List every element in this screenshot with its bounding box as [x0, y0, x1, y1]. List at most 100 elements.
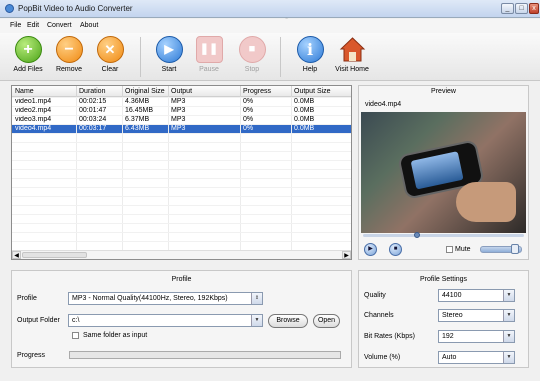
column-name[interactable]: Name: [15, 88, 34, 95]
file-list[interactable]: Name Duration Original Size Output Progr…: [11, 85, 352, 260]
pause-icon: ❚❚: [195, 36, 223, 63]
volume-label: Volume (%): [364, 354, 401, 361]
cell-output: MP3: [171, 98, 186, 105]
cell-duration: 00:03:17: [79, 125, 107, 132]
cell-output-size: 0.0MB: [294, 107, 315, 114]
chevron-down-icon[interactable]: ▼: [503, 310, 514, 321]
close-button[interactable]: x: [529, 3, 539, 14]
menu-edit[interactable]: Edit: [27, 22, 39, 29]
channels-select[interactable]: Stereo ▼: [438, 309, 515, 322]
cell-name: video4.mp4: [15, 125, 52, 132]
cell-name: video1.mp4: [15, 98, 52, 105]
open-button[interactable]: Open: [313, 314, 340, 328]
profile-value: MP3 - Normal Quality(44100Hz, Stereo, 19…: [72, 295, 228, 302]
volume-value: Auto: [442, 354, 457, 361]
window-title: PopBit Video to Audio Converter: [18, 4, 133, 13]
toolbar-separator: [280, 37, 281, 77]
scroll-right-icon[interactable]: ▶: [342, 251, 351, 259]
bit-rates-select[interactable]: 192 ▼: [438, 330, 515, 343]
quality-select[interactable]: 44100 ▼: [438, 289, 515, 302]
remove-icon: −: [55, 36, 83, 63]
quality-value: 44100: [442, 292, 462, 299]
horizontal-scrollbar[interactable]: ◀ ▶: [12, 250, 351, 259]
volume-select[interactable]: Auto ▼: [438, 351, 515, 364]
progress-label: Progress: [17, 352, 46, 359]
scroll-left-icon[interactable]: ◀: [12, 251, 21, 259]
stop-icon: ■: [238, 36, 266, 63]
bit-rates-label: Bit Rates (Kbps): [364, 333, 415, 340]
video-frame: [361, 112, 526, 233]
output-folder-label: Output Folder: [17, 317, 60, 324]
pause-button[interactable]: ❚❚ Pause: [191, 36, 227, 80]
remove-button[interactable]: − Remove: [51, 36, 87, 80]
help-button[interactable]: i Help: [292, 36, 328, 80]
cell-name: video2.mp4: [15, 107, 52, 114]
video-name: video4.mp4: [365, 101, 402, 108]
preview-title: Preview: [431, 88, 456, 95]
title-bar: PopBit Video to Audio Converter _ □ x: [0, 0, 540, 18]
scroll-thumb[interactable]: [22, 252, 87, 258]
profile-select[interactable]: MP3 - Normal Quality(44100Hz, Stereo, 19…: [68, 292, 263, 305]
visit-home-button[interactable]: Visit Home: [333, 36, 371, 80]
remove-label: Remove: [55, 66, 83, 73]
add-icon: +: [14, 36, 42, 63]
cell-output-size: 0.0MB: [294, 125, 315, 132]
chevron-down-icon[interactable]: ▼: [503, 352, 514, 363]
start-label: Start: [161, 66, 177, 73]
volume-thumb[interactable]: [510, 244, 519, 254]
toolbar: + Add Files − Remove ✕ Clear ▶ Start ❚❚ …: [0, 33, 540, 81]
visit-home-label: Visit Home: [335, 66, 369, 73]
clear-button[interactable]: ✕ Clear: [92, 36, 128, 80]
menu-file[interactable]: File: [10, 22, 21, 29]
table-row[interactable]: video3.mp4 00:03:24 6.37MB MP3 0% 0.0MB: [12, 115, 351, 124]
mute-checkbox[interactable]: [446, 246, 453, 253]
column-progress[interactable]: Progress: [243, 88, 271, 95]
stop-label: Stop: [244, 66, 260, 73]
spinner-icon[interactable]: ⇕: [251, 293, 262, 304]
seek-thumb[interactable]: [414, 232, 420, 238]
bit-rates-value: 192: [442, 333, 454, 340]
profile-title: Profile: [171, 276, 192, 283]
maximize-button[interactable]: □: [515, 3, 528, 14]
table-row[interactable]: video4.mp4 00:03:17 6.43MB MP3 0% 0.0MB: [12, 124, 351, 133]
start-button[interactable]: ▶ Start: [151, 36, 187, 80]
chevron-down-icon[interactable]: ▼: [503, 290, 514, 301]
cell-name: video3.mp4: [15, 116, 52, 123]
column-original-size[interactable]: Original Size: [125, 88, 165, 95]
add-files-button[interactable]: + Add Files: [10, 36, 46, 80]
toolbar-separator: [140, 37, 141, 77]
cell-output: MP3: [171, 125, 186, 132]
output-folder-select[interactable]: c:\ ▼: [68, 314, 263, 327]
browse-button[interactable]: Browse: [268, 314, 308, 328]
column-output[interactable]: Output: [171, 88, 192, 95]
menu-convert[interactable]: Convert: [47, 22, 72, 29]
column-duration[interactable]: Duration: [79, 88, 105, 95]
channels-label: Channels: [364, 312, 394, 319]
app-icon: [5, 4, 14, 13]
stop-button[interactable]: ■ Stop: [234, 36, 270, 80]
chevron-down-icon[interactable]: ▼: [251, 315, 262, 326]
conversion-progress-bar: [69, 351, 341, 359]
preview-play-button[interactable]: ▶: [364, 243, 377, 256]
cell-progress: 0%: [243, 98, 254, 105]
table-row[interactable]: video1.mp4 00:02:15 4.36MB MP3 0% 0.0MB: [12, 97, 351, 106]
cell-duration: 00:02:15: [79, 98, 107, 105]
quality-label: Quality: [364, 292, 386, 299]
cell-duration: 00:01:47: [79, 107, 107, 114]
minimize-button[interactable]: _: [501, 3, 514, 14]
cell-original-size: 6.37MB: [125, 116, 150, 123]
seek-bar[interactable]: [363, 234, 524, 237]
column-output-size[interactable]: Output Size: [294, 88, 331, 95]
cell-original-size: 6.43MB: [125, 125, 150, 132]
preview-panel: Preview video4.mp4 ▶ ■ Mute: [358, 85, 529, 260]
preview-stop-button[interactable]: ■: [389, 243, 402, 256]
table-row[interactable]: video2.mp4 00:01:47 16.45MB MP3 0% 0.0MB: [12, 106, 351, 115]
same-folder-checkbox[interactable]: [72, 332, 79, 339]
cell-output-size: 0.0MB: [294, 98, 315, 105]
same-folder-label: Same folder as input: [83, 332, 148, 339]
cell-progress: 0%: [243, 125, 254, 132]
chevron-down-icon[interactable]: ▼: [503, 331, 514, 342]
output-folder-value: c:\: [72, 317, 80, 324]
profile-label: Profile: [17, 295, 37, 302]
menu-about[interactable]: About: [80, 22, 98, 29]
